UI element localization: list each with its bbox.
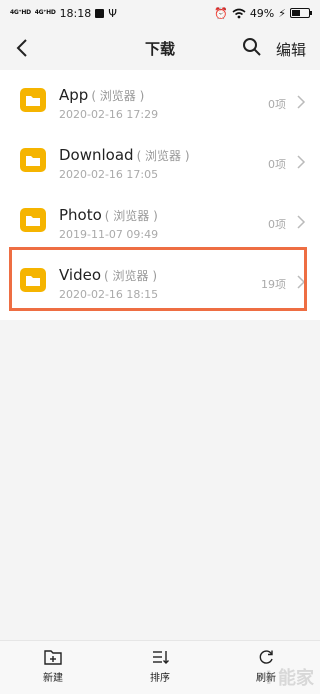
edit-button[interactable]: 编辑 <box>276 39 306 60</box>
bottom-toolbar: 新建 排序 刷新 i 能家 <box>0 640 320 694</box>
battery-percent: 49% <box>249 6 275 20</box>
folder-name-line: Download( 浏览器 ) <box>59 146 190 164</box>
folder-count: 0项 <box>268 218 286 231</box>
wifi-icon <box>232 8 246 18</box>
folder-icon <box>20 88 46 112</box>
status-bar: 4G⁺HD 4G⁺HD 18:18 Ψ ⏰ 49% ⚡ <box>0 0 320 26</box>
signal-icon-2: 4G⁺HD <box>34 9 56 16</box>
folder-date: 2019-11-07 09:49 <box>59 228 159 241</box>
folder-name: App <box>59 86 89 104</box>
alarm-icon: ⏰ <box>214 6 228 20</box>
signal-icon: 4G⁺HD <box>10 9 31 16</box>
search-icon[interactable] <box>242 37 262 57</box>
notification-icon <box>95 8 105 18</box>
chevron-right-icon <box>297 95 306 109</box>
folder-count: 0项 <box>268 98 286 111</box>
folder-icon <box>20 148 46 172</box>
refresh-icon <box>259 650 273 664</box>
header: 下载 编辑 <box>0 28 320 68</box>
charging-icon: ⚡ <box>278 6 286 20</box>
folder-date: 2020-02-16 17:29 <box>59 108 159 121</box>
status-time: 18:18 <box>59 6 92 20</box>
page-title: 下载 <box>144 39 175 58</box>
new-folder-button[interactable]: 新建 <box>28 649 78 684</box>
highlight-box <box>9 247 307 311</box>
folder-source: ( 浏览器 ) <box>91 89 145 103</box>
folder-count: 0项 <box>268 158 286 171</box>
folder-name: Download <box>59 146 134 164</box>
usb-icon: Ψ <box>108 6 117 20</box>
folder-row-photo[interactable]: Photo( 浏览器 ) 2019-11-07 09:49 0项 <box>0 192 320 252</box>
new-folder-icon <box>44 650 62 665</box>
chevron-right-icon <box>297 155 306 169</box>
sort-icon <box>153 651 169 664</box>
folder-row-download[interactable]: Download( 浏览器 ) 2020-02-16 17:05 0项 <box>0 132 320 192</box>
battery-icon <box>290 8 312 18</box>
folder-name: Photo <box>59 206 102 224</box>
folder-row-app[interactable]: App( 浏览器 ) 2020-02-16 17:29 0项 <box>0 72 320 132</box>
sort-label: 排序 <box>150 673 170 684</box>
folder-name-line: App( 浏览器 ) <box>59 86 144 104</box>
watermark: i 能家 <box>265 668 314 689</box>
status-left: 4G⁺HD 4G⁺HD 18:18 Ψ <box>10 7 117 20</box>
folder-source: ( 浏览器 ) <box>136 149 190 163</box>
folder-icon <box>20 208 46 232</box>
status-right: ⏰ 49% ⚡ <box>214 6 312 20</box>
chevron-right-icon <box>297 215 306 229</box>
new-label: 新建 <box>43 673 63 684</box>
folder-source: ( 浏览器 ) <box>104 209 158 223</box>
sort-button[interactable]: 排序 <box>135 649 185 684</box>
folder-date: 2020-02-16 17:05 <box>59 168 159 181</box>
folder-name-line: Photo( 浏览器 ) <box>59 206 158 224</box>
